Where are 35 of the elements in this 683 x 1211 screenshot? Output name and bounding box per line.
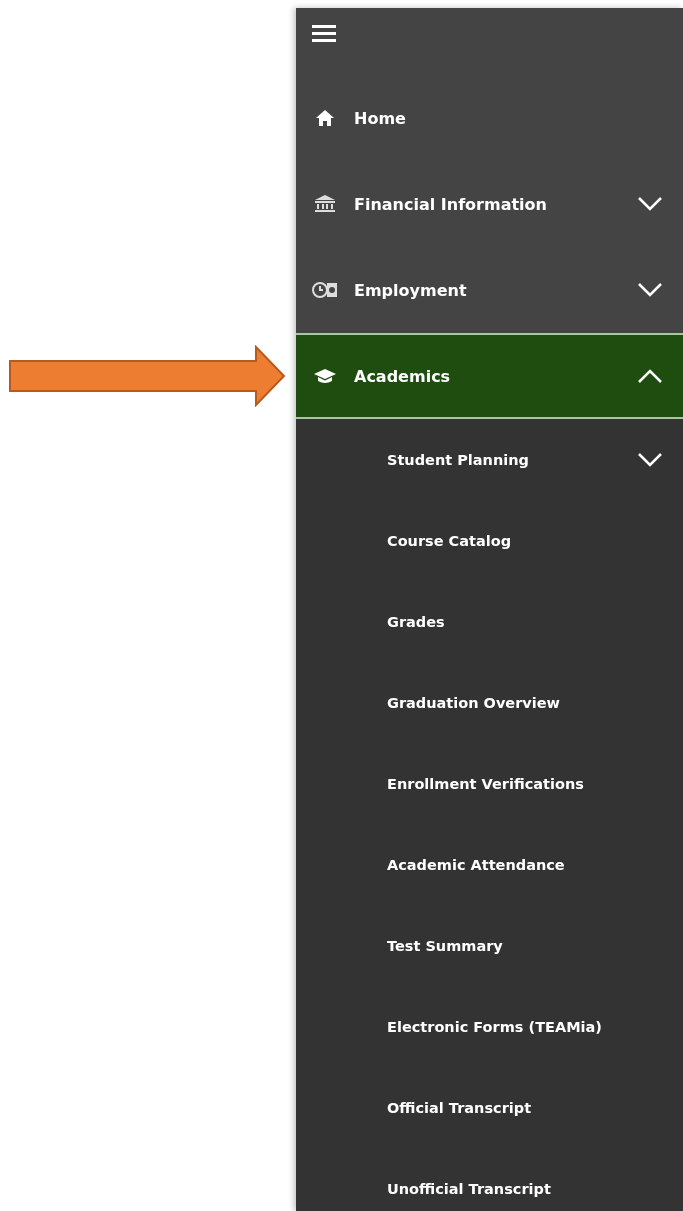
nav-label: Academics (354, 366, 452, 386)
submenu-label: Grades (387, 613, 446, 630)
submenu-item[interactable]: Graduation Overview (296, 662, 683, 743)
submenu-label: Unofficial Transcript (387, 1180, 552, 1197)
chevron-down-icon[interactable] (637, 282, 663, 298)
nav-item[interactable]: Home (296, 75, 683, 161)
submenu-item[interactable]: Student Planning (296, 419, 683, 500)
bank-icon (314, 194, 336, 214)
nav-item[interactable]: Employment (296, 247, 683, 333)
nav-label: Home (354, 108, 407, 128)
submenu-item[interactable]: Electronic Forms (TEAMia) (296, 986, 683, 1067)
submenu-item[interactable]: Academic Attendance (296, 824, 683, 905)
submenu-label: Course Catalog (387, 532, 513, 549)
submenu-label: Academic Attendance (387, 856, 566, 873)
chevron-down-icon[interactable] (637, 196, 663, 212)
submenu-item[interactable]: Unofficial Transcript (296, 1148, 683, 1211)
nav-item[interactable]: Financial Information (296, 161, 683, 247)
nav-label: Financial Information (354, 194, 548, 214)
home-icon (315, 109, 335, 127)
submenu-item[interactable]: Course Catalog (296, 500, 683, 581)
submenu-item[interactable]: Grades (296, 581, 683, 662)
nav-item[interactable]: Academics (296, 333, 683, 419)
nav-label: Employment (354, 280, 468, 300)
submenu-label: Official Transcript (387, 1099, 533, 1116)
submenu-label: Graduation Overview (387, 694, 561, 711)
chevron-down-icon[interactable] (637, 451, 663, 468)
submenu-label: Enrollment Verifications (387, 775, 585, 792)
submenu-item[interactable]: Test Summary (296, 905, 683, 986)
submenu-label: Electronic Forms (TEAMia) (387, 1018, 603, 1035)
submenu-item[interactable]: Enrollment Verifications (296, 743, 683, 824)
chevron-up-icon[interactable] (637, 368, 663, 384)
submenu-label: Student Planning (387, 451, 530, 468)
graduation-cap-icon (313, 367, 337, 385)
submenu-item[interactable]: Official Transcript (296, 1067, 683, 1148)
submenu-label: Test Summary (387, 937, 504, 954)
